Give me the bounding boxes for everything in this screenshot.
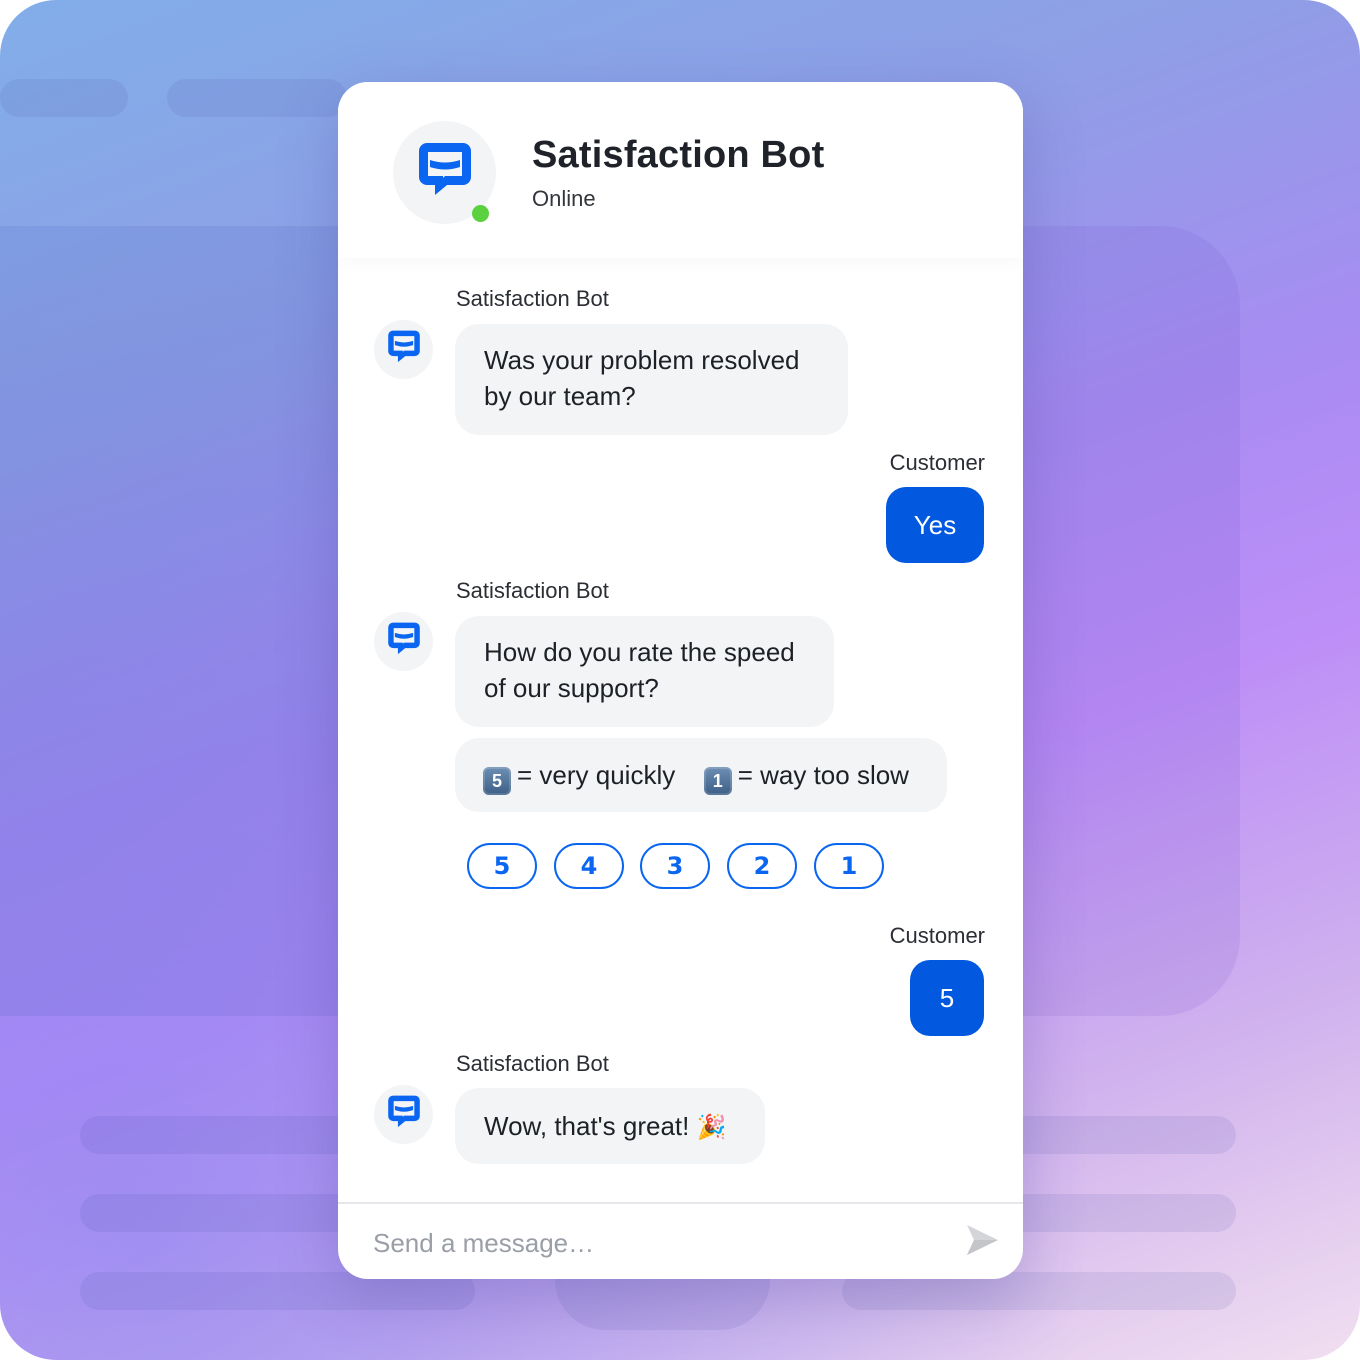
message-composer — [338, 1202, 1023, 1279]
bg-placeholder-bar — [1000, 1194, 1236, 1232]
message-text-line: How do you rate the speed — [484, 637, 795, 667]
keycap-1-icon: 1 — [703, 767, 732, 795]
message-author: Customer — [889, 923, 985, 948]
message-author: Satisfaction Bot — [456, 578, 609, 603]
customer-message-bubble: Yes — [886, 487, 984, 563]
bot-message-bubble: How do you rate the speed of our support… — [455, 616, 834, 727]
chat-bubble-icon — [387, 621, 421, 662]
party-popper-icon: 🎉 — [696, 1113, 727, 1141]
send-button[interactable] — [962, 1222, 1002, 1262]
online-status-dot — [472, 205, 489, 222]
bg-placeholder-bar — [80, 1116, 380, 1154]
rating-button-1[interactable]: 1 — [814, 843, 884, 889]
message-author: Customer — [889, 450, 985, 475]
chat-header: Satisfaction Bot Online — [338, 82, 1023, 258]
message-author: Satisfaction Bot — [456, 286, 609, 311]
rating-scale-bubble: 5 = very quickly 1 = way too slow — [455, 738, 947, 812]
message-text-line: by our team? — [484, 381, 636, 411]
message-input[interactable] — [371, 1222, 935, 1264]
chat-bubble-icon — [387, 329, 421, 370]
bg-placeholder-panel — [1023, 226, 1240, 1016]
bot-avatar-small — [374, 612, 433, 671]
bg-placeholder-panel — [0, 226, 340, 1016]
chat-bubble-icon — [417, 141, 473, 204]
message-text: Wow, that's great! — [484, 1111, 690, 1141]
message-text: Yes — [913, 509, 957, 540]
message-text-line: of our support? — [484, 673, 659, 703]
bot-avatar-small — [374, 320, 433, 379]
chat-widget: Satisfaction Bot Online Satisfaction Bot… — [338, 82, 1023, 1279]
rating-button-2[interactable]: 2 — [727, 843, 797, 889]
message-text-line: Was your problem resolved — [484, 345, 800, 375]
message-author: Satisfaction Bot — [456, 1051, 609, 1076]
chat-title: Satisfaction Bot — [532, 134, 825, 176]
scale-low-label: = way too slow — [737, 760, 909, 790]
bg-placeholder-bar — [0, 79, 128, 117]
bot-avatar-small — [374, 1085, 433, 1144]
bg-placeholder-bar — [1000, 1116, 1236, 1154]
bot-message-bubble: Wow, that's great! 🎉 — [455, 1088, 765, 1164]
bg-placeholder-bar — [80, 1194, 380, 1232]
rating-button-5[interactable]: 5 — [467, 843, 537, 889]
bot-message-bubble: Was your problem resolved by our team? — [455, 324, 848, 435]
keycap-5-icon: 5 — [483, 767, 511, 795]
rating-button-4[interactable]: 4 — [554, 843, 624, 889]
chat-status: Online — [532, 186, 596, 211]
customer-message-bubble: 5 — [910, 960, 984, 1036]
bg-placeholder-bar — [167, 79, 347, 117]
scale-high-label: = very quickly — [517, 760, 676, 790]
message-text: 5 — [939, 982, 955, 1013]
send-icon — [965, 1223, 999, 1262]
chat-bubble-icon — [387, 1094, 421, 1135]
rating-button-3[interactable]: 3 — [640, 843, 710, 889]
